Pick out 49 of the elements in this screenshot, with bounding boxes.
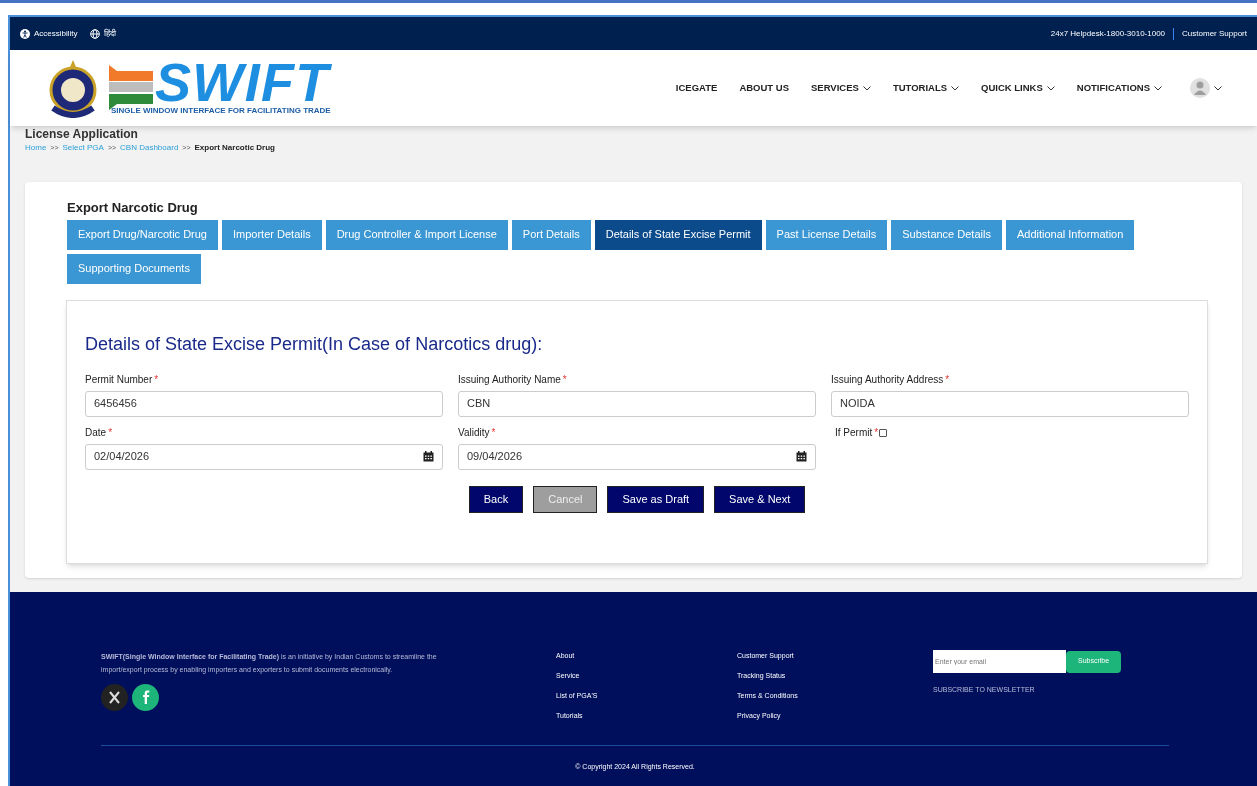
helpdesk-text: 24x7 Helpdesk-1800-3010-1000 (1050, 27, 1166, 40)
input-field[interactable]: CBN (458, 390, 816, 417)
date-field[interactable]: 02/04/2026 (85, 443, 443, 470)
action-button[interactable]: Save & Next (714, 485, 806, 513)
field-label: If Permit (835, 426, 873, 440)
action-button[interactable]: Back (468, 485, 524, 513)
chevron-down-icon[interactable] (951, 85, 960, 91)
chevron-down-icon[interactable] (1154, 85, 1162, 91)
nav-link[interactable]: ABOUT US (739, 80, 789, 96)
nav-link[interactable]: NOTIFICATIONS (1076, 80, 1150, 96)
required-icon: * (491, 425, 496, 440)
globe-icon (89, 28, 100, 39)
required-icon: * (154, 372, 159, 387)
input-field[interactable]: 6456456 (85, 390, 443, 417)
nav-link[interactable]: QUICK LINKS (981, 80, 1043, 96)
customer-support-link[interactable]: Customer Support (1182, 27, 1247, 40)
nav-link[interactable]: ICEGATE (675, 80, 718, 96)
accessibility-link[interactable]: Accessibility (34, 27, 78, 40)
page-title: License Application (25, 127, 139, 141)
chevron-down-icon[interactable] (1214, 85, 1222, 91)
breadcrumb-current: Export Narcotic Drug (194, 142, 275, 154)
logo-tagline: SINGLE WINDOW INTERFACE FOR FACILITATING TRADE (111, 104, 331, 117)
tab[interactable]: Details of State Excise Permit (594, 219, 762, 250)
date-field[interactable]: 09/04/2026 (458, 443, 816, 470)
field-label: Validity (458, 426, 490, 440)
input-field[interactable]: NOIDA (831, 390, 1189, 417)
form-title: Details of State Excise Permit(In Case of Narcotics drug): (85, 332, 544, 356)
required-icon: * (562, 372, 567, 387)
x-social-icon[interactable] (101, 684, 128, 711)
nav-link[interactable]: TUTORIALS (892, 80, 948, 96)
chevron-down-icon[interactable] (862, 85, 871, 91)
field-label: Issuing Authority Name (458, 373, 561, 387)
calendar-icon[interactable] (796, 451, 807, 462)
required-icon: * (945, 372, 950, 387)
nav-link[interactable]: SERVICES (811, 80, 859, 96)
action-button[interactable]: Save as Draft (607, 485, 705, 513)
required-icon: * (108, 425, 113, 440)
field-label: Permit Number (85, 373, 153, 387)
required-icon: * (874, 425, 879, 440)
calendar-icon[interactable] (423, 451, 434, 462)
facebook-icon[interactable] (132, 684, 159, 711)
card-title: Export Narcotic Drug (67, 199, 199, 217)
field-label: Date (85, 426, 107, 440)
checkbox[interactable] (879, 428, 888, 437)
language-link[interactable]: हिंदी (103, 27, 116, 40)
chevron-down-icon[interactable] (1046, 85, 1055, 91)
field-label: Issuing Authority Address (831, 373, 944, 387)
accessibility-icon (20, 28, 30, 39)
logo-text: SWIFT (155, 59, 331, 104)
